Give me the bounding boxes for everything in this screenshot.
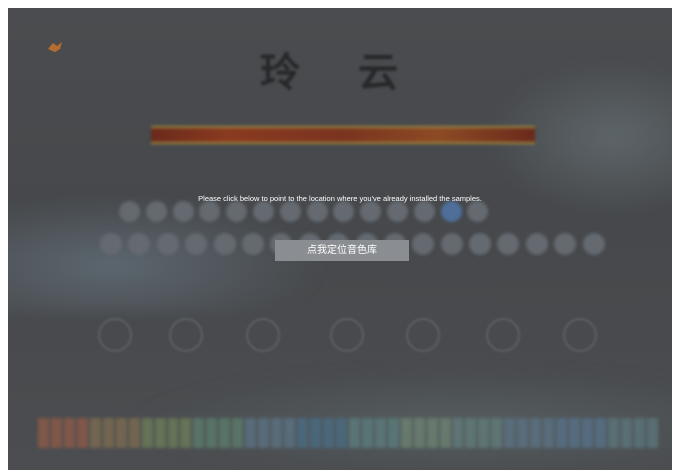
knob (486, 318, 520, 352)
piano-key (167, 418, 179, 448)
piano-key (348, 418, 360, 448)
piano-key (530, 418, 542, 448)
piano-key (556, 418, 568, 448)
piano-key (193, 418, 205, 448)
brand-title: 玲 云 (260, 49, 420, 96)
articulation-dot (386, 201, 408, 222)
locate-library-button[interactable]: 点我定位音色库 (275, 240, 409, 261)
piano-key (180, 418, 192, 448)
articulation-dot (241, 233, 264, 255)
knob (98, 318, 132, 352)
piano-key (76, 418, 88, 448)
piano-key (128, 418, 140, 448)
articulation-dot (440, 233, 463, 255)
piano-key (465, 418, 477, 448)
articulation-dot (172, 201, 194, 222)
piano-key (206, 418, 218, 448)
articulation-dot (440, 201, 462, 222)
piano-key (607, 418, 619, 448)
piano-key (154, 418, 166, 448)
piano-key (115, 418, 127, 448)
articulation-dot (413, 201, 435, 222)
piano-key (387, 418, 399, 448)
articulation-dot (279, 201, 301, 222)
piano-key (543, 418, 555, 448)
piano-key (310, 418, 321, 448)
piano-key (413, 418, 425, 448)
piano-key (38, 418, 49, 448)
articulation-dot (333, 201, 355, 222)
piano-key (258, 418, 270, 448)
keyboard-strip (38, 418, 658, 448)
articulation-dot (213, 233, 236, 255)
piano-key (361, 418, 373, 448)
articulation-dot (497, 233, 520, 255)
piano-key (439, 418, 451, 448)
piano-key (89, 418, 101, 448)
app-window: 玲 云 Please click below to point to the l… (8, 8, 672, 470)
articulation-dot (360, 201, 382, 222)
piano-key (322, 418, 334, 448)
piano-key (219, 418, 231, 448)
knob (563, 318, 597, 352)
piano-key (504, 418, 516, 448)
piano-key (245, 418, 257, 448)
piano-key (271, 418, 283, 448)
articulation-dot (100, 233, 122, 255)
articulation-dot (467, 201, 489, 222)
piano-key (517, 418, 529, 448)
articulation-row-1 (119, 201, 489, 222)
piano-key (594, 418, 606, 448)
knob (169, 318, 203, 352)
piano-key (582, 418, 593, 448)
piano-key (50, 418, 62, 448)
piano-key (374, 418, 386, 448)
articulation-dot (582, 233, 605, 255)
knob (246, 318, 280, 352)
piano-key (569, 418, 581, 448)
articulation-dot (306, 201, 328, 222)
articulation-dot (185, 233, 208, 255)
articulation-dot (199, 201, 221, 222)
articulation-dot (119, 201, 140, 222)
piano-key (297, 418, 309, 448)
title-banner (151, 126, 535, 144)
piano-key (400, 418, 412, 448)
articulation-dot (145, 201, 167, 222)
articulation-dot (469, 233, 492, 255)
piano-key (335, 418, 347, 448)
piano-key (491, 418, 503, 448)
piano-key (478, 418, 490, 448)
piano-key (426, 418, 438, 448)
piano-key (452, 418, 464, 448)
articulation-dot (412, 233, 435, 255)
articulation-dot (554, 233, 577, 255)
piano-key (646, 418, 658, 448)
piano-key (232, 418, 244, 448)
piano-key (620, 418, 632, 448)
knob (406, 318, 440, 352)
articulation-dot (156, 233, 179, 255)
piano-key (141, 418, 153, 448)
articulation-dot (128, 233, 151, 255)
articulation-dot (226, 201, 248, 222)
articulation-dot (525, 233, 548, 255)
instruction-text: Please click below to point to the locat… (198, 194, 482, 203)
piano-key (63, 418, 75, 448)
knob (330, 318, 364, 352)
piano-key (102, 418, 114, 448)
piano-key (284, 418, 296, 448)
articulation-dot (252, 201, 274, 222)
piano-key (633, 418, 645, 448)
